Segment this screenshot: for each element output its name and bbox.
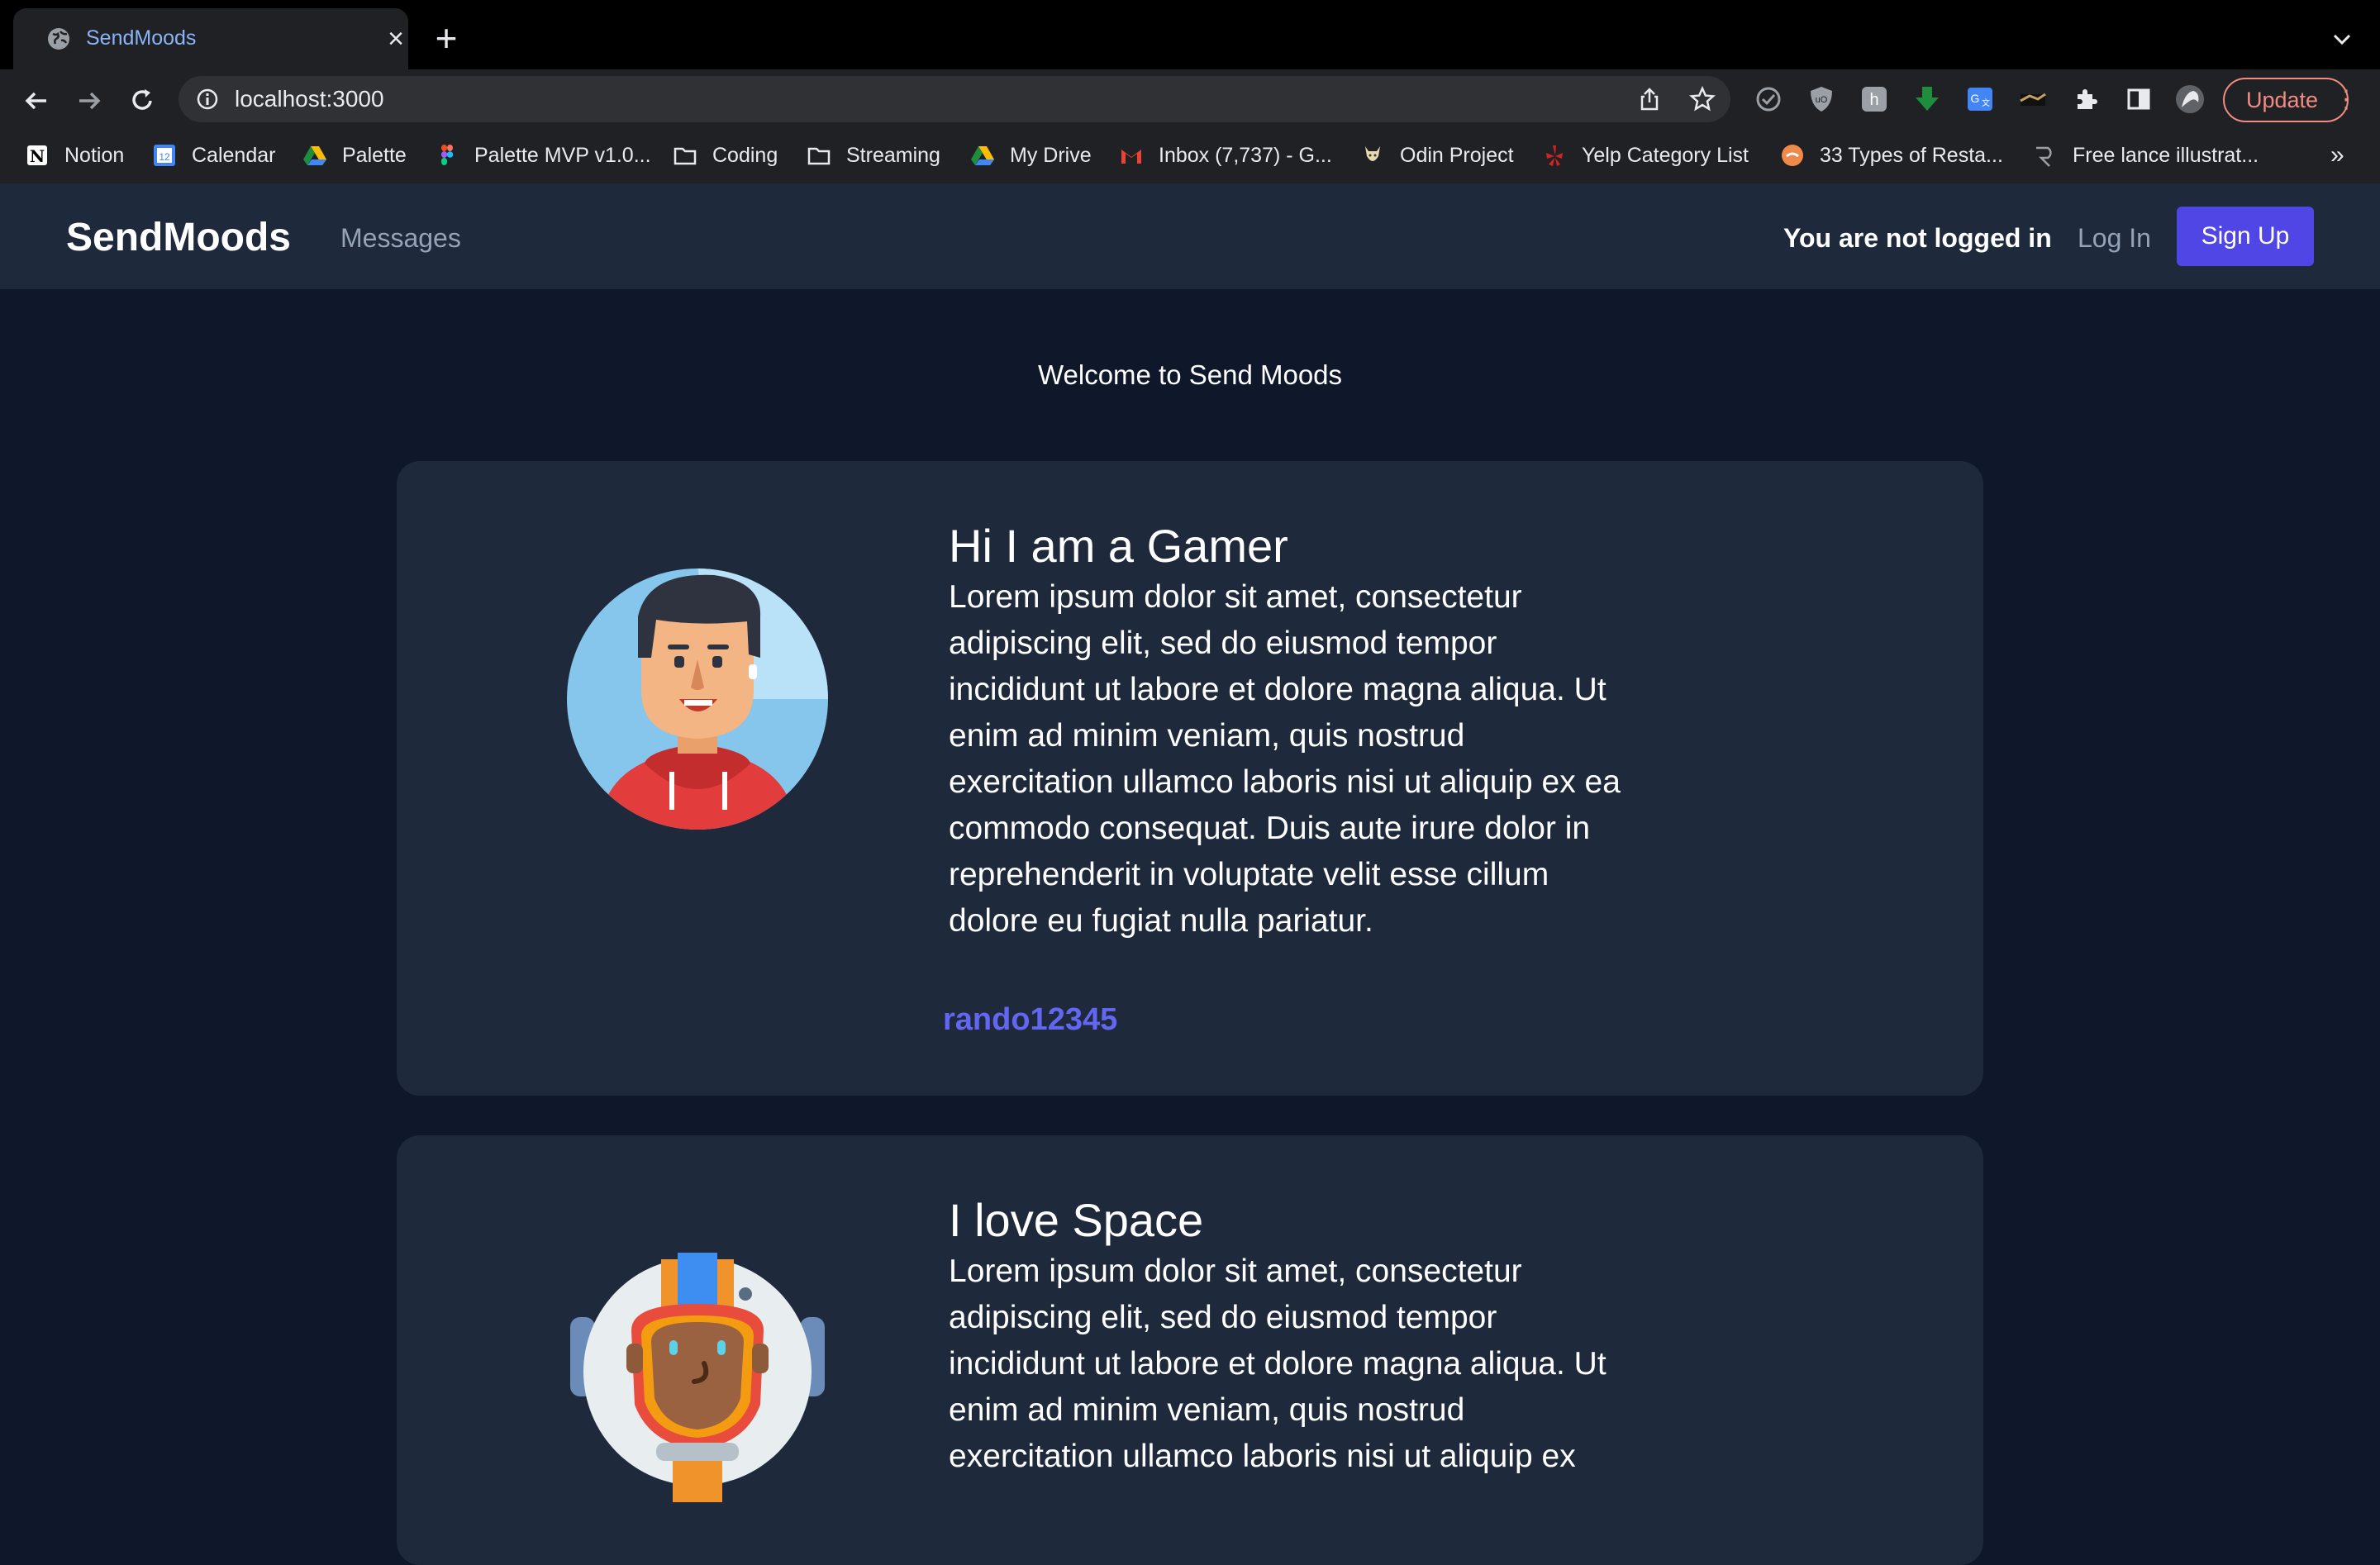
- svg-text:文: 文: [1982, 98, 1990, 108]
- globe-icon: [48, 28, 69, 50]
- checkmark-circle-icon[interactable]: [1754, 84, 1783, 114]
- bookmark-calendar[interactable]: 12 Calendar: [152, 137, 275, 174]
- extension-image-icon[interactable]: [2018, 84, 2048, 114]
- bookmark-coding[interactable]: Coding: [673, 137, 778, 174]
- bookmark-label: 33 Types of Resta...: [1820, 143, 2003, 167]
- post-body: Lorem ipsum dolor sit amet, consectetur …: [949, 579, 1621, 939]
- svg-text:N: N: [30, 146, 45, 166]
- gamer-avatar-icon: [567, 568, 828, 830]
- chevron-down-icon[interactable]: [2327, 25, 2357, 55]
- notion-icon: N: [27, 145, 47, 166]
- download-arrow-icon[interactable]: [1912, 84, 1942, 114]
- post-title: I love Space: [949, 1194, 1204, 1246]
- login-status: You are not logged in: [1783, 223, 2052, 253]
- svg-text:12: 12: [159, 151, 170, 163]
- reload-icon[interactable]: [124, 83, 160, 119]
- figma-icon: [441, 145, 454, 165]
- share-icon[interactable]: [1636, 86, 1663, 112]
- post-body: Lorem ipsum dolor sit amet, consectetur …: [949, 1253, 1606, 1474]
- tab-title: SendMoods: [86, 26, 197, 50]
- site-icon: [2036, 146, 2052, 167]
- post-username-link[interactable]: rando12345: [943, 1000, 1117, 1039]
- astronaut-avatar-icon: [570, 1253, 825, 1502]
- back-icon[interactable]: [18, 83, 55, 119]
- puzzle-extensions-icon[interactable]: [2071, 84, 2101, 114]
- bookmark-label: Free lance illustrat...: [2073, 143, 2259, 167]
- bookmark-33-types[interactable]: 33 Types of Resta...: [1780, 137, 2003, 174]
- address-bar[interactable]: [178, 76, 1730, 122]
- brand-logo[interactable]: SendMoods: [66, 213, 291, 263]
- folder-icon: [807, 147, 831, 165]
- bookmark-yelp[interactable]: Yelp Category List: [1542, 137, 1749, 174]
- google-drive-icon: [971, 146, 994, 165]
- new-tab-button[interactable]: +: [430, 19, 463, 57]
- post-title: Hi I am a Gamer: [949, 520, 1288, 572]
- bookmark-label: Inbox (7,737) - G...: [1159, 143, 1332, 167]
- signup-label: Sign Up: [2201, 222, 2290, 250]
- browser-tab-strip: SendMoods × +: [0, 0, 2380, 69]
- bookmark-label: Streaming: [846, 143, 940, 167]
- bookmark-label: Odin Project: [1400, 143, 1514, 167]
- extension-h-icon[interactable]: h: [1859, 84, 1889, 114]
- bookmark-inbox[interactable]: Inbox (7,737) - G...: [1119, 137, 1332, 174]
- forward-icon[interactable]: [71, 83, 107, 119]
- side-panel-icon[interactable]: [2124, 84, 2154, 114]
- bookmark-free-lance[interactable]: Free lance illustrat...: [2033, 137, 2259, 174]
- nav-link-messages[interactable]: Messages: [340, 220, 461, 256]
- ublock-shield-icon[interactable]: uO: [1806, 84, 1836, 114]
- bookmark-odin-project[interactable]: Odin Project: [1360, 137, 1514, 174]
- update-button[interactable]: Update: [2223, 78, 2349, 122]
- google-translate-icon[interactable]: G 文: [1965, 84, 1995, 114]
- yelp-icon: [1546, 145, 1563, 166]
- signup-button[interactable]: Sign Up: [2177, 207, 2314, 266]
- bookmark-palette-mvp[interactable]: Palette MVP v1.0...: [435, 137, 651, 174]
- odin-icon: [1365, 146, 1380, 161]
- site-icon: [1782, 145, 1803, 166]
- google-drive-icon: [303, 146, 326, 165]
- bookmark-palette[interactable]: Palette: [302, 137, 407, 174]
- profile-avatar-icon[interactable]: [2175, 84, 2205, 114]
- svg-text:uO: uO: [1816, 95, 1828, 105]
- tab-close-icon[interactable]: ×: [382, 25, 410, 53]
- bookmark-notion[interactable]: N Notion: [25, 137, 124, 174]
- bookmark-label: Palette: [342, 143, 407, 167]
- bookmark-streaming[interactable]: Streaming: [807, 137, 940, 174]
- bookmark-label: My Drive: [1010, 143, 1092, 167]
- bookmark-label: Yelp Category List: [1582, 143, 1749, 167]
- welcome-heading: Welcome to Send Moods: [1037, 359, 1343, 390]
- bookmark-my-drive[interactable]: My Drive: [970, 137, 1092, 174]
- svg-text:G: G: [1971, 92, 1980, 105]
- login-link[interactable]: Log In: [2078, 220, 2151, 256]
- folder-icon: [674, 147, 697, 165]
- calendar-icon: 12: [154, 145, 175, 166]
- bookmark-star-icon[interactable]: [1689, 86, 1716, 112]
- svg-text:h: h: [1869, 91, 1878, 109]
- info-icon[interactable]: [195, 87, 220, 112]
- url-text[interactable]: localhost:3000: [235, 83, 384, 116]
- bookmarks-overflow-icon[interactable]: »: [2330, 139, 2344, 172]
- bookmark-label: Calendar: [192, 143, 276, 167]
- browser-tab[interactable]: SendMoods ×: [13, 8, 408, 69]
- bookmark-label: Palette MVP v1.0...: [474, 143, 651, 167]
- gmail-icon: [1121, 150, 1141, 164]
- bookmark-label: Coding: [712, 143, 778, 167]
- bookmark-label: Notion: [64, 143, 125, 167]
- more-menu-icon[interactable]: ⋮: [2334, 83, 2359, 117]
- update-label: Update: [2246, 88, 2319, 112]
